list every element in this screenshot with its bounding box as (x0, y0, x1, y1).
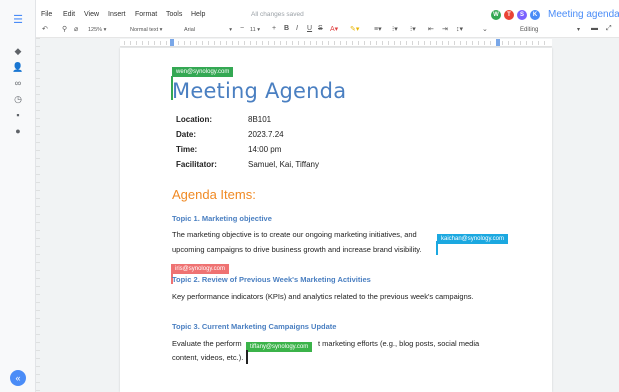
numbered-list-icon[interactable]: ⁝▾ (392, 25, 398, 33)
comment-icon[interactable]: ▬ (591, 25, 598, 32)
info-value: 2023.7.24 (248, 130, 284, 139)
chevron-down-icon: ▾ (576, 27, 580, 33)
zoom-select[interactable]: 125% ▾ (88, 24, 122, 35)
more-icon[interactable]: ⌄ (482, 25, 488, 33)
clear-format-icon[interactable]: ⌀ (74, 25, 78, 33)
paragraph-line: t marketing efforts (e.g., blog posts, s… (318, 339, 480, 348)
lock-icon[interactable]: ▪ (11, 108, 25, 122)
collaborator-cursor-label: iris@synology.com (171, 264, 229, 274)
text-color-icon[interactable]: A▾ (330, 25, 338, 33)
collaborator-cursor-label: tiffany@synology.com (246, 342, 313, 352)
paragraph-line: The marketing objective is to create our… (172, 230, 417, 239)
menu-view[interactable]: View (84, 11, 99, 18)
menu-format[interactable]: Format (135, 11, 157, 18)
editing-mode-select[interactable]: Editing ▾ (516, 24, 584, 35)
avatar[interactable]: K (529, 9, 541, 21)
help-button[interactable]: « (10, 370, 26, 386)
menu-file[interactable]: File (41, 11, 52, 18)
text-cursor (246, 350, 248, 364)
tag-icon[interactable]: ◆ (11, 44, 25, 58)
undo-icon[interactable]: ↶ (42, 25, 48, 33)
paragraph-line: Evaluate the perform (172, 339, 242, 348)
info-label: Date: (176, 130, 197, 139)
agenda-heading: Agenda Items: (172, 187, 256, 202)
ruler[interactable] (120, 39, 552, 47)
increase-font-button[interactable]: + (272, 25, 276, 32)
underline-icon[interactable]: U (307, 25, 312, 32)
left-indent-marker[interactable] (170, 39, 174, 46)
vertical-ruler (36, 38, 40, 392)
formatting-toolbar: ↶ ⚲ ⌀ 125% ▾ Normal text ▾ Arial ▾ − 11 ▾… (36, 22, 619, 38)
info-value: Samuel, Kai, Tiffany (248, 160, 319, 169)
topic-heading: Topic 1. Marketing objective (172, 214, 272, 223)
avatar[interactable]: T (503, 9, 515, 21)
info-value: 8B101 (248, 115, 272, 124)
menu-edit[interactable]: Edit (63, 11, 75, 18)
style-value: Normal text (130, 26, 159, 33)
avatar[interactable]: W (490, 9, 502, 21)
document-name[interactable]: Meeting agenda (548, 9, 619, 20)
topic-heading: Topic 3. Current Marketing Campaigns Upd… (172, 322, 337, 331)
info-label: Time: (176, 145, 198, 154)
menu-insert[interactable]: Insert (108, 11, 126, 18)
strikethrough-icon[interactable]: S (318, 25, 323, 32)
decrease-font-button[interactable]: − (240, 25, 244, 32)
ruler-ticks (124, 41, 548, 45)
expand-icon[interactable]: ⤢ (606, 25, 612, 33)
history-icon[interactable]: ◷ (11, 92, 25, 106)
collaborator-cursor-label: wen@synology.com (172, 67, 234, 77)
info-label: Facilitator: (176, 160, 217, 169)
info-value: 14:00 pm (248, 145, 282, 154)
link-icon[interactable]: ∞ (11, 76, 25, 90)
font-select[interactable]: Arial ▾ (184, 24, 232, 35)
style-select[interactable]: Normal text ▾ (130, 24, 174, 35)
paint-format-icon[interactable]: ⚲ (62, 25, 67, 33)
paragraph-line: content, videos, etc.). (172, 353, 244, 362)
menu-icon[interactable]: ☰ (11, 12, 25, 26)
page-title: Meeting Agenda (172, 79, 347, 103)
menu-help[interactable]: Help (191, 11, 205, 18)
share-user-icon[interactable]: 👤 (11, 60, 25, 74)
save-status: All changes saved (251, 11, 304, 18)
chevron-down-icon: ▾ (229, 26, 232, 33)
indent-increase-icon[interactable]: ⇥ (442, 25, 448, 33)
bold-icon[interactable]: B (284, 25, 289, 32)
info-label: Location: (176, 115, 212, 124)
document-page[interactable]: wen@synology.com Meeting Agenda Location… (120, 48, 552, 392)
italic-icon[interactable]: I (296, 25, 298, 32)
font-size-field[interactable]: 11 ▾ (250, 24, 268, 35)
font-size-value: 11 (250, 26, 256, 33)
bulleted-list-icon[interactable]: ⁝▾ (410, 25, 416, 33)
menu-tools[interactable]: Tools (166, 11, 182, 18)
align-icon[interactable]: ≡▾ (374, 25, 382, 33)
paragraph-line: upcoming campaigns to drive business gro… (172, 245, 422, 254)
info-icon[interactable]: ● (11, 124, 25, 138)
editing-mode-value: Editing (520, 26, 539, 33)
font-value: Arial (184, 26, 196, 33)
paragraph-line: Key performance indicators (KPIs) and an… (172, 292, 474, 301)
indent-decrease-icon[interactable]: ⇤ (428, 25, 434, 33)
left-rail: ☰ ◆ 👤 ∞ ◷ ▪ ● « (0, 0, 36, 392)
highlight-icon[interactable]: ✎▾ (350, 25, 359, 33)
line-spacing-icon[interactable]: ↕▾ (456, 25, 463, 33)
collaborator-avatars: W T S K (490, 9, 542, 21)
avatar[interactable]: S (516, 9, 528, 21)
zoom-value: 125% (88, 26, 103, 33)
topic-heading: Topic 2. Review of Previous Week's Marke… (172, 275, 371, 284)
right-indent-marker[interactable] (496, 39, 500, 46)
collaborator-cursor-label: kaichan@synology.com (437, 234, 509, 244)
